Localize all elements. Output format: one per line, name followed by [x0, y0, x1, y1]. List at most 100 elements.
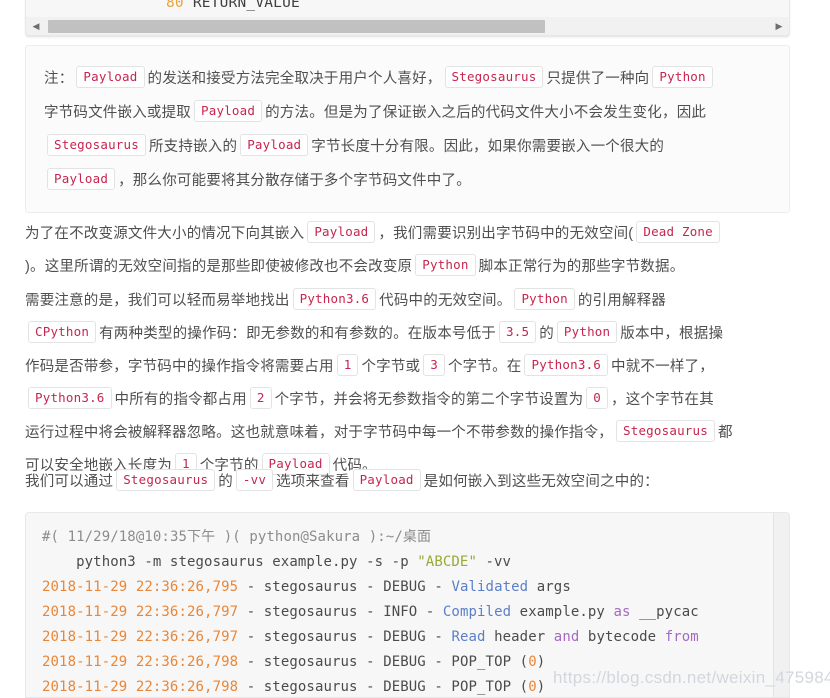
terminal-lines: #( 11/29/18@10:35下午 )( python@Sakura ):~…	[26, 525, 789, 697]
text-run: 个字节或	[361, 359, 421, 375]
text-run: 作码是否带参，字节码中的操作指令将需要占用	[25, 359, 334, 375]
note-line: Payload ，那么你可能要将其分散存储于多个字节码文件中了。	[44, 164, 771, 198]
terminal-segment: header	[485, 629, 554, 645]
terminal-segment: -	[238, 579, 264, 595]
inline-code-cpython: CPython	[28, 321, 97, 343]
terminal-segment: )	[536, 679, 546, 695]
terminal-log-line: 2018-11-29 22:36:26,797 - stegosaurus - …	[26, 600, 789, 625]
terminal-vertical-scrollbar[interactable]	[773, 513, 789, 697]
terminal-segment: bytecode	[579, 629, 665, 645]
terminal-segment: 0	[528, 654, 537, 670]
terminal-segment: stegosaurus	[263, 654, 358, 670]
inline-code-3: 3	[423, 354, 445, 376]
terminal-segment: args	[528, 579, 571, 595]
terminal-segment: DEBUG	[383, 679, 426, 695]
terminal-segment: ):~/桌面	[360, 529, 432, 545]
inline-code-2: 2	[249, 387, 272, 409]
text-run: ，那么你可能要将其分散存储于多个字节码文件中了。	[118, 173, 471, 189]
text-run: 中所有的指令都占用	[114, 392, 247, 408]
paragraph-1-line: 为了在不改变源文件大小的情况下向其嵌入 Payload ，我们需要识别出字节码中的无…	[25, 218, 795, 251]
terminal-segment: DEBUG	[383, 654, 426, 670]
text-run: 的	[539, 326, 554, 342]
scroll-left-arrow-icon[interactable]: ◀	[31, 21, 41, 32]
inline-code-payload: Payload	[194, 100, 263, 122]
terminal-segment: -	[238, 654, 264, 670]
text-run: 的	[218, 474, 233, 490]
inline-code-python3.6: Python3.6	[524, 354, 609, 376]
article-page: 80 RETURN_VALUE ◀ ▶ “ 注：Payload的发送和接受方法完…	[0, 0, 830, 698]
inline-code-stegosaurus: Stegosaurus	[47, 134, 146, 156]
terminal-segment: )	[536, 654, 546, 670]
inline-code-dead-zone: Dead Zone	[636, 221, 720, 243]
text-run: 的引用解释器	[577, 293, 667, 309]
paragraph-opcode-explanation: 需要注意的是，我们可以轻而易举地找出 Python3.6 代码中的无效空间。 Pyth…	[25, 285, 795, 483]
inline-code-python3.6: Python3.6	[28, 387, 112, 409]
terminal-segment: 2018-11-29 22:36:26,797	[42, 629, 239, 645]
code-block-horizontal-scrollbar[interactable]: ◀ ▶	[25, 17, 790, 36]
terminal-segment: example.py	[511, 604, 614, 620]
text-run: 个字节，并会将无参数指令的第二个字节设置为	[274, 392, 584, 408]
scrollbar-thumb[interactable]	[48, 20, 545, 33]
terminal-log-line: 2018-11-29 22:36:26,798 - stegosaurus - …	[26, 650, 789, 675]
text-run: 的发送和接受方法完全取决于用户个人喜好，	[147, 71, 442, 87]
terminal-command-line: python3 -m stegosaurus example.py -s -p …	[26, 550, 789, 575]
terminal-segment: from	[664, 629, 699, 645]
inline-code-0: 0	[586, 387, 609, 409]
inline-code-payload: Payload	[240, 134, 309, 156]
paragraph-2-line: Python3.6 中所有的指令都占用 2 个字节，并会将无参数指令的第二个字节设置为…	[25, 384, 795, 417]
terminal-segment: -	[425, 629, 452, 645]
text-run: 我们可以通过	[25, 474, 114, 490]
terminal-segment: Read	[451, 629, 486, 645]
inline-code-payload: Payload	[307, 221, 376, 243]
terminal-segment: 2018-11-29 22:36:26,797	[42, 604, 239, 620]
terminal-log-line: 2018-11-29 22:36:26,795 - stegosaurus - …	[26, 575, 789, 600]
terminal-segment: Compiled	[442, 604, 512, 620]
terminal-segment: as	[613, 604, 631, 620]
text-run: 代码中的无效空间。	[379, 293, 512, 309]
text-run: 为了在不改变源文件大小的情况下向其嵌入	[25, 226, 305, 242]
inline-code-stegosaurus: Stegosaurus	[116, 469, 216, 491]
terminal-segment: 2018-11-29 22:36:26,795	[42, 579, 239, 595]
text-run: 版本中，根据操	[620, 326, 724, 342]
terminal-log-line: 2018-11-29 22:36:26,798 - stegosaurus - …	[26, 675, 789, 697]
note-line: 字节码文件嵌入或提取 Payload 的方法。但是为了保证嵌入之后的代码文件大小不会…	[44, 96, 771, 130]
text-run: 是如何嵌入到这些无效空间之中的：	[423, 474, 659, 490]
terminal-segment: -	[238, 679, 264, 695]
inline-code-python: Python	[415, 254, 476, 276]
note-line: Stegosaurus 所支持嵌入的 Payload 字节长度十分有限。因此，如果你需…	[44, 130, 771, 164]
terminal-segment: DEBUG	[383, 629, 426, 645]
terminal-segment: -	[238, 629, 264, 645]
text-run: 注：	[44, 71, 74, 87]
terminal-segment: -	[357, 579, 384, 595]
terminal-segment: stegosaurus	[263, 629, 358, 645]
paragraph-3-line: 我们可以通过 Stegosaurus 的 -vv 选项来查看 Payload 是如何嵌入到这…	[25, 466, 795, 499]
terminal-segment: stegosaurus	[263, 679, 358, 695]
bytecode-instruction: RETURN_VALUE	[192, 0, 300, 11]
inline-code-python: Python	[514, 288, 575, 310]
inline-code-python: Python	[652, 66, 713, 88]
inline-code-stegosaurus: Stegosaurus	[444, 66, 544, 88]
terminal-segment: - POP_TOP (	[425, 679, 529, 695]
text-run: 所支持嵌入的	[148, 139, 238, 155]
text-run: 的方法。但是为了保证嵌入之后的代码文件大小不会发生变化，因此	[265, 105, 707, 121]
inline-code-3.5: 3.5	[499, 321, 537, 343]
terminal-prompt-line: #( 11/29/18@10:35下午 )( python@Sakura ):~…	[26, 525, 789, 550]
terminal-segment: - POP_TOP (	[425, 654, 529, 670]
terminal-segment: __pycac	[630, 604, 699, 620]
terminal-segment: -	[238, 604, 264, 620]
text-run: 需要注意的是，我们可以轻而易举地找出	[25, 293, 290, 309]
paragraph-2-line: 作码是否带参，字节码中的操作指令将需要占用 1 个字节或 3 个字节。在 Python3.…	[25, 351, 795, 384]
paragraph-dead-zone: 为了在不改变源文件大小的情况下向其嵌入 Payload ，我们需要识别出字节码中的无…	[25, 218, 795, 284]
terminal-segment: python@Sakura	[249, 529, 361, 545]
paragraph-2-line: 运行过程中将会被解释器忽略。这也就意味着，对于字节码中每一个不带参数的操作指令，…	[25, 417, 795, 450]
terminal-segment: -	[357, 604, 384, 620]
inline-code-stegosaurus: Stegosaurus	[616, 420, 715, 442]
terminal-segment: 2018-11-29 22:36:26,798	[42, 654, 239, 670]
scroll-right-arrow-icon[interactable]: ▶	[774, 21, 784, 32]
terminal-segment: -vv	[476, 554, 512, 570]
text-run: ，这个字节在其	[611, 392, 714, 408]
paragraph-vv-option: 我们可以通过 Stegosaurus 的 -vv 选项来查看 Payload 是如何嵌入到这…	[25, 466, 795, 499]
terminal-output-block: #( 11/29/18@10:35下午 )( python@Sakura ):~…	[25, 512, 790, 698]
text-run: 字节长度十分有限。因此，如果你需要嵌入一个很大的	[311, 139, 665, 155]
text-run: ，我们需要识别出字节码中的无效空间(	[378, 226, 634, 242]
